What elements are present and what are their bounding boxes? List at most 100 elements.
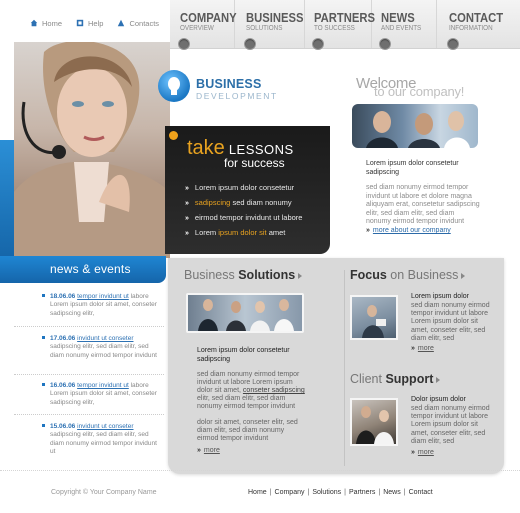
footer-link-news[interactable]: News	[383, 489, 401, 496]
double-chevron-icon: »	[366, 227, 370, 234]
nav-divider	[436, 0, 437, 48]
client-support-photo	[350, 398, 398, 446]
solutions-inline-link[interactable]: conseter sadipscing	[243, 387, 305, 394]
lessons-take: take	[187, 137, 225, 159]
bullet-icon	[42, 294, 45, 297]
nav-news-and-events[interactable]: NEWS AND EVENTS	[379, 11, 426, 50]
news-item: 16.06.06 tempor invidunt ut labore Lorem…	[42, 382, 160, 407]
lessons-word: LESSONS	[228, 142, 294, 157]
utility-home-label: Home	[42, 18, 63, 28]
utility-contacts-link[interactable]: Contacts	[117, 16, 159, 30]
arrow-icon	[169, 131, 178, 140]
focus-photo-businesswoman	[350, 295, 398, 340]
business-solutions-heading[interactable]: Business Solutions	[184, 268, 303, 282]
utility-contacts-label: Contacts	[129, 18, 160, 28]
solutions-more-link[interactable]: » more	[197, 447, 220, 454]
nav-business-title: BUSINESS	[246, 11, 304, 25]
utility-home-link[interactable]: Home	[30, 16, 62, 30]
news-divider	[14, 374, 164, 375]
bullet-icon	[42, 424, 45, 427]
news-item: 17.06.06 invidunt ut conseter sadipscing…	[42, 335, 160, 360]
news-link[interactable]: tempor invidunt ut	[77, 382, 129, 389]
lightbulb-icon	[158, 70, 190, 102]
hero-photo-woman-headset	[14, 42, 170, 258]
focus-body: sed diam nonumy eirmod tempor invidunt u…	[411, 302, 490, 342]
lessons-item[interactable]: » Lorem ipsum dolor consetetur	[185, 180, 302, 195]
double-chevron-icon: »	[197, 447, 201, 454]
news-date: 15.06.06	[50, 423, 76, 430]
nav-bullet-icon	[178, 38, 190, 50]
client-more-label: more	[417, 449, 434, 456]
nav-contact-sub: INFORMATION	[449, 25, 493, 32]
nav-bullet-icon	[379, 38, 391, 50]
news-date: 17.06.06	[50, 335, 76, 342]
footer-link-company[interactable]: Company	[275, 489, 305, 496]
footer-link-partners[interactable]: Partners	[349, 489, 375, 496]
lessons-item[interactable]: » eirmod tempor invidunt ut labore	[185, 210, 302, 225]
nav-business-solutions[interactable]: BUSINESS SOLUTIONS	[244, 11, 310, 50]
nav-partners-sub: TO SUCCESS	[314, 25, 355, 32]
client-more-link[interactable]: » more	[411, 449, 434, 456]
focus-on-business-heading[interactable]: Focus on Business	[350, 268, 466, 282]
focus-more-link[interactable]: » more	[411, 345, 434, 352]
solutions-more-label: more	[203, 447, 220, 454]
footer-link-solutions[interactable]: Solutions	[312, 489, 341, 496]
footer-pipe: |	[307, 489, 310, 496]
arrow-right-icon	[461, 272, 466, 279]
nav-bullet-icon	[447, 38, 459, 50]
footer-pipe: |	[269, 489, 272, 496]
nav-company-overview[interactable]: COMPANY OVERVIEW	[178, 11, 243, 50]
footer-divider	[0, 470, 520, 471]
nav-bullet-icon	[244, 38, 256, 50]
news-divider	[14, 414, 164, 415]
double-chevron-icon: »	[185, 230, 189, 237]
welcome-more-label: more about our company	[372, 227, 451, 234]
nav-partners-title: PARTNERS	[314, 11, 376, 25]
footer-link-contact[interactable]: Contact	[409, 489, 433, 496]
utility-help-link[interactable]: Help	[76, 16, 103, 30]
focus-title: Lorem ipsum dolor	[411, 293, 469, 300]
lessons-list: » Lorem ipsum dolor consetetur » sadipscin…	[185, 180, 302, 240]
footer-link-home[interactable]: Home	[248, 489, 267, 496]
help-icon	[76, 19, 84, 27]
news-link[interactable]: invidunt ut conseter	[77, 335, 133, 342]
footer-pipe: |	[378, 489, 381, 496]
double-chevron-icon: »	[185, 200, 189, 207]
arrow-right-icon	[298, 272, 303, 279]
client-title: Dolor ipsum dolor	[411, 396, 466, 403]
double-chevron-icon: »	[411, 345, 415, 352]
logo-line1: BUSINESS	[196, 77, 262, 91]
welcome-subheading: to our company!	[374, 84, 465, 99]
client-support-heading[interactable]: Client Support	[350, 372, 441, 386]
panel-divider	[344, 270, 345, 466]
solutions-body-2: dolor sit amet, conseter elitr, sed diam…	[197, 419, 298, 442]
nav-partners-to-success[interactable]: PARTNERS TO SUCCESS	[312, 11, 382, 50]
footer-copyright: Copyright © Your Company Name	[51, 489, 157, 496]
main-nav: COMPANY OVERVIEW BUSINESS SOLUTIONS PART…	[170, 0, 520, 50]
news-item: 18.06.06 tempor invidunt ut labore Lorem…	[42, 293, 160, 318]
news-link[interactable]: tempor invidunt ut	[77, 293, 129, 300]
news-link[interactable]: invidunt ut conseter	[77, 423, 133, 430]
news-divider	[14, 326, 164, 327]
lessons-item[interactable]: » Lorem ipsum dolor sit amet	[185, 225, 302, 240]
arrow-right-icon	[436, 376, 441, 383]
double-chevron-icon: »	[185, 215, 189, 222]
logo-line2: DEVELOPMENT	[196, 91, 278, 101]
lessons-for-success: for success	[224, 156, 285, 170]
news-date: 16.06.06	[50, 382, 76, 389]
footer-pipe: |	[403, 489, 406, 496]
welcome-intro: Lorem ipsum dolor consetetur sadipscing	[366, 160, 459, 176]
nav-news-title: NEWS	[381, 11, 415, 25]
news-title: news & events	[50, 262, 131, 276]
news-date: 18.06.06	[50, 293, 76, 300]
nav-contact-information[interactable]: CONTACT INFORMATION	[447, 12, 509, 50]
lessons-box: take LESSONS for success » Lorem ipsum dol…	[165, 126, 330, 254]
solutions-photo-team	[186, 293, 304, 333]
news-text: sadipscing elitr, sed diam elitr, sed di…	[50, 431, 157, 455]
nav-company-title: COMPANY	[180, 11, 237, 25]
nav-news-sub: AND EVENTS	[381, 25, 422, 32]
welcome-more-link[interactable]: » more about our company	[366, 227, 451, 234]
contacts-icon	[118, 19, 125, 27]
lessons-item[interactable]: » sadipscing sed diam nonumy	[185, 195, 302, 210]
news-text: sadipscing elitr, sed diam elitr, sed di…	[50, 343, 157, 359]
